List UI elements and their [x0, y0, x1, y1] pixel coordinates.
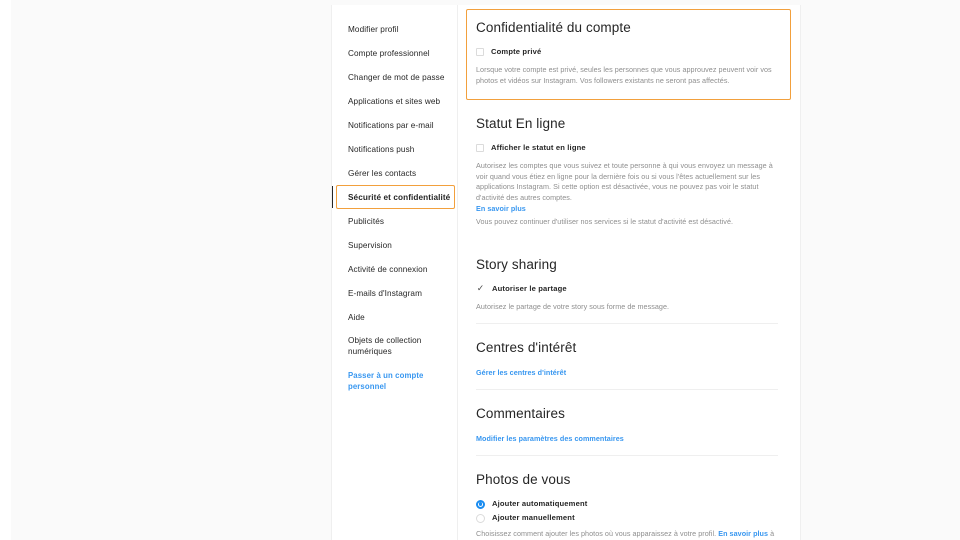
show-online-status-label: Afficher le statut en ligne	[491, 143, 586, 152]
sidebar-item-instagram-emails[interactable]: E-mails d'Instagram	[332, 281, 457, 305]
section-title-story-sharing: Story sharing	[476, 256, 557, 272]
add-automatically-option[interactable]: Ajouter automatiquement	[476, 499, 778, 509]
settings-sidebar: Modifier profil Compte professionnel Cha…	[332, 5, 458, 540]
sidebar-item-label: Supervision	[348, 240, 392, 250]
radio-icon[interactable]	[476, 513, 485, 523]
add-manually-label: Ajouter manuellement	[492, 513, 575, 522]
check-icon[interactable]: ✓	[476, 284, 485, 293]
settings-card: Modifier profil Compte professionnel Cha…	[331, 5, 801, 540]
photos-of-you-radio-group: Ajouter automatiquement Ajouter manuelle…	[476, 499, 778, 523]
checkbox-icon[interactable]	[476, 144, 484, 152]
page-right-gutter	[810, 0, 960, 540]
browser-viewport: Modifier profil Compte professionnel Cha…	[0, 0, 960, 540]
checkbox-icon[interactable]	[476, 48, 484, 56]
sidebar-item-email-notifications[interactable]: Notifications par e-mail	[332, 113, 457, 137]
sidebar-item-label: Gérer les contacts	[348, 168, 417, 178]
private-account-option[interactable]: Compte privé	[476, 47, 778, 57]
sidebar-item-login-activity[interactable]: Activité de connexion	[332, 257, 457, 281]
sidebar-item-professional-account[interactable]: Compte professionnel	[332, 41, 457, 65]
story-sharing-description: Autorisez le partage de votre story sous…	[476, 301, 670, 311]
account-privacy-description: Lorsque votre compte est privé, seules l…	[476, 65, 772, 85]
section-interests: Centres d'intérêt Gérer les centres d'in…	[476, 339, 778, 390]
section-title-photos-of-you: Photos de vous	[476, 472, 571, 487]
sidebar-item-label: Activité de connexion	[348, 264, 428, 274]
sidebar-item-label: Aide	[348, 312, 365, 322]
sidebar-item-label: Modifier profil	[348, 24, 399, 34]
photos-of-you-description-before: Choisissez comment ajouter les photos où…	[476, 529, 717, 538]
section-account-privacy: Confidentialité du compte Compte privé L…	[466, 9, 791, 100]
sidebar-item-label: Sécurité et confidentialité	[348, 192, 451, 202]
sidebar-item-label: Applications et sites web	[348, 96, 441, 106]
online-status-learn-more-link[interactable]: En savoir plus	[476, 203, 778, 214]
sidebar-item-label: Changer de mot de passe	[348, 72, 445, 82]
sidebar-item-label: E-mails d'Instagram	[348, 288, 422, 298]
section-title-online-status: Statut En ligne	[476, 116, 566, 131]
sidebar-item-edit-profile[interactable]: Modifier profil	[332, 17, 457, 41]
sidebar-item-apps-and-websites[interactable]: Applications et sites web	[332, 89, 457, 113]
sidebar-item-manage-contacts[interactable]: Gérer les contacts	[332, 161, 457, 185]
private-account-label: Compte privé	[491, 47, 542, 56]
show-online-status-option[interactable]: Afficher le statut en ligne	[476, 143, 778, 153]
section-title-account-privacy: Confidentialité du compte	[476, 20, 631, 35]
section-photos-of-you: Photos de vous Ajouter automatiquement A…	[476, 471, 778, 540]
sidebar-item-label: Compte professionnel	[348, 48, 430, 58]
sidebar-item-label: Passer à un compte personnel	[348, 370, 424, 391]
allow-sharing-label: Autoriser le partage	[492, 283, 567, 293]
sidebar-item-ads[interactable]: Publicités	[332, 209, 457, 233]
sidebar-item-label: Objets de collection numériques	[348, 336, 422, 356]
settings-content: Confidentialité du compte Compte privé L…	[458, 5, 800, 540]
add-manually-option[interactable]: Ajouter manuellement	[476, 513, 778, 523]
edit-comment-settings-link[interactable]: Modifier les paramètres des commentaires	[476, 433, 778, 444]
page-left-margin	[0, 0, 11, 540]
sidebar-item-label: Notifications par e-mail	[348, 120, 434, 130]
photos-of-you-description: Choisissez comment ajouter les photos où…	[476, 529, 778, 540]
sidebar-item-change-password[interactable]: Changer de mot de passe	[332, 65, 457, 89]
sidebar-item-supervision[interactable]: Supervision	[332, 233, 457, 257]
manage-interests-link[interactable]: Gérer les centres d'intérêt	[476, 367, 778, 378]
sidebar-item-digital-collectibles[interactable]: Objets de collection numériques	[332, 329, 457, 363]
section-title-comments: Commentaires	[476, 406, 565, 421]
sidebar-item-switch-to-personal-account[interactable]: Passer à un compte personnel	[332, 363, 457, 398]
section-title-interests: Centres d'intérêt	[476, 340, 577, 355]
sidebar-item-label: Publicités	[348, 216, 385, 226]
sidebar-item-label: Notifications push	[348, 144, 415, 154]
photos-of-you-learn-more-link[interactable]: En savoir plus	[718, 529, 768, 538]
section-story-sharing: Story sharing ✓ Autoriser le partage Aut…	[476, 256, 778, 324]
allow-sharing-option[interactable]: ✓ Autoriser le partage	[476, 284, 778, 294]
radio-selected-icon[interactable]	[476, 499, 485, 509]
section-online-status: Statut En ligne Afficher le statut en li…	[476, 115, 778, 239]
online-status-footnote: Vous pouvez continuer d'utiliser nos ser…	[476, 217, 734, 226]
add-automatically-label: Ajouter automatiquement	[492, 499, 588, 508]
online-status-description: Autorisez les comptes que vous suivez et…	[476, 161, 773, 202]
sidebar-item-security-and-privacy[interactable]: Sécurité et confidentialité	[332, 185, 457, 209]
sidebar-item-help[interactable]: Aide	[332, 305, 457, 329]
sidebar-item-push-notifications[interactable]: Notifications push	[332, 137, 457, 161]
section-comments: Commentaires Modifier les paramètres des…	[476, 405, 778, 456]
